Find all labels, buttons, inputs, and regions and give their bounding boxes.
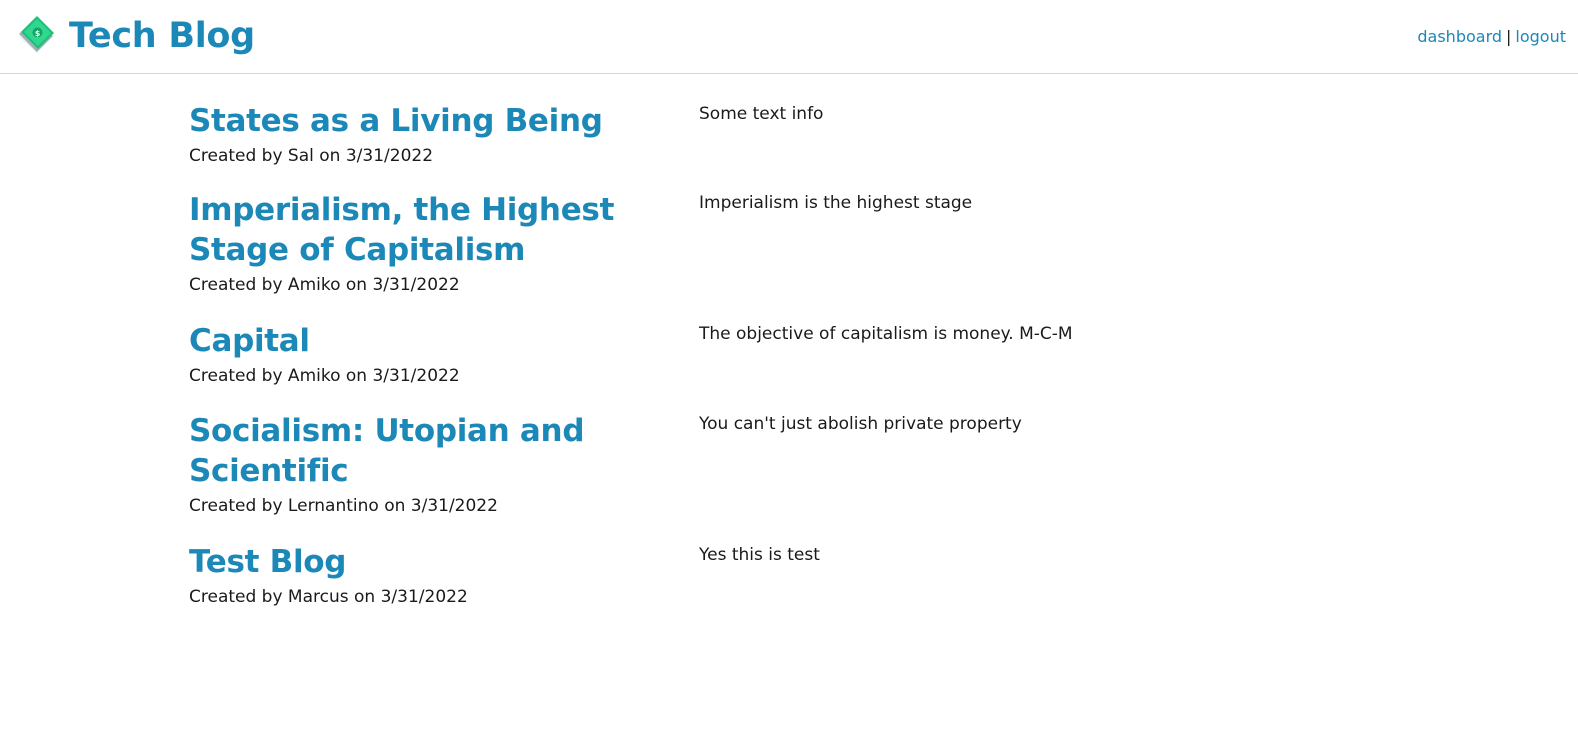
post-meta: Created by Marcus on 3/31/2022 [189,587,468,607]
post-title-link[interactable]: Test Blog [189,542,699,582]
post-meta: Created by Lernantino on 3/31/2022 [189,496,498,516]
post-item: Socialism: Utopian and Scientific Create… [189,411,1389,517]
post-title-link[interactable]: Imperialism, the Highest Stage of Capita… [189,190,699,270]
post-title-link[interactable]: Capital [189,321,699,361]
post-item: Capital Created by Amiko on 3/31/2022 Th… [189,321,1389,387]
logout-link[interactable]: logout [1515,27,1566,46]
nav-separator: | [1506,27,1512,46]
dashboard-link[interactable]: dashboard [1417,27,1502,46]
post-meta: Created by Sal on 3/31/2022 [189,146,434,166]
post-body: Yes this is test [699,545,820,565]
money-stack-icon: $ [16,16,56,56]
post-body: Imperialism is the highest stage [699,193,973,213]
top-nav: dashboard | logout [1417,26,1566,48]
post-meta: Created by Amiko on 3/31/2022 [189,366,460,386]
brand-link[interactable]: $ Tech Blog [16,14,255,58]
post-list: States as a Living Being Created by Sal … [189,74,1389,608]
site-title: Tech Blog [69,16,255,56]
post-body: You can't just abolish private property [699,414,1022,434]
post-title-link[interactable]: States as a Living Being [189,101,699,141]
site-header: $ Tech Blog dashboard | logout [0,0,1578,74]
post-meta: Created by Amiko on 3/31/2022 [189,275,460,295]
post-body: Some text info [699,104,824,124]
post-item: Imperialism, the Highest Stage of Capita… [189,190,1389,296]
post-body: The objective of capitalism is money. M-… [699,324,1073,344]
svg-text:$: $ [35,29,41,38]
post-item: States as a Living Being Created by Sal … [189,101,1389,167]
post-title-link[interactable]: Socialism: Utopian and Scientific [189,411,659,491]
post-item: Test Blog Created by Marcus on 3/31/2022… [189,542,1389,608]
